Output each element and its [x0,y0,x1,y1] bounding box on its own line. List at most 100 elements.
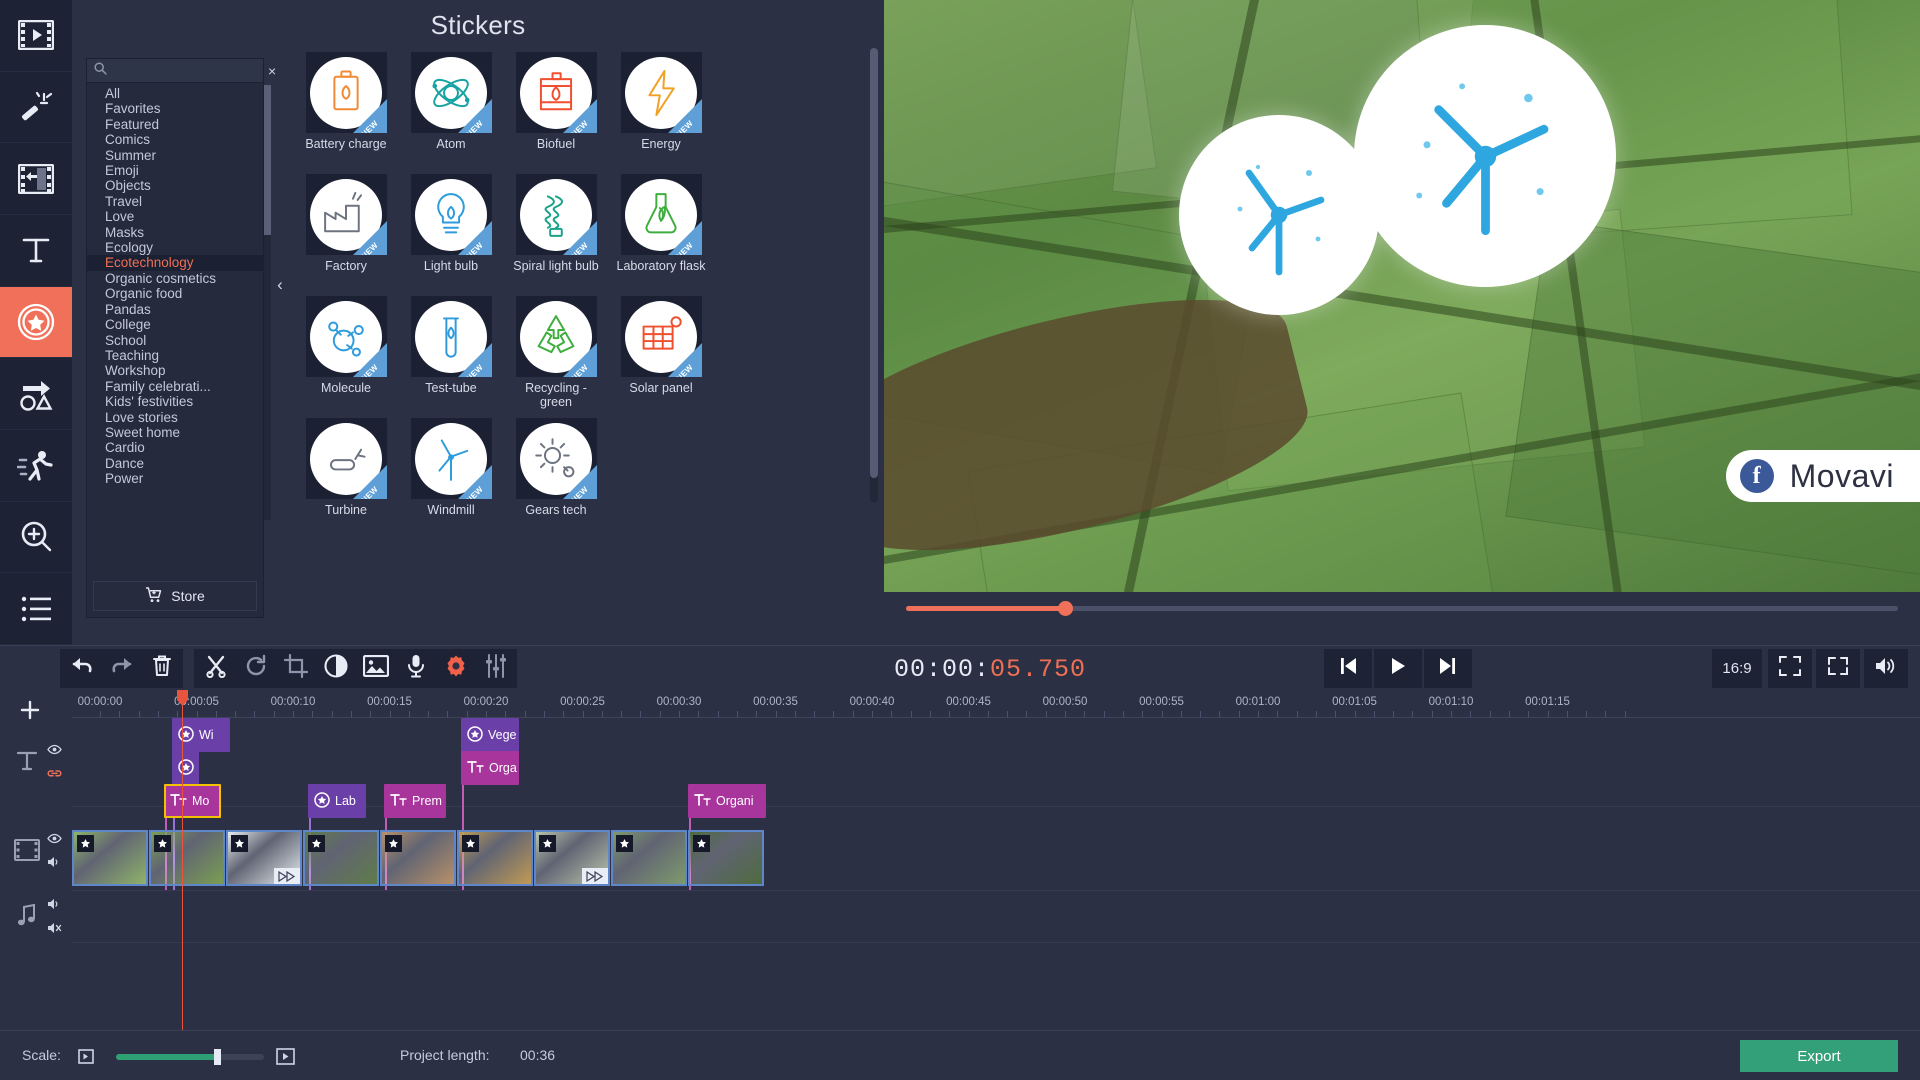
aspect-ratio-button[interactable]: 16:9 [1712,649,1762,688]
favorite-star-icon[interactable] [154,835,171,852]
speaker-mute-icon[interactable] [47,921,62,939]
video-clip[interactable] [688,830,764,886]
transition-marker[interactable] [274,868,300,884]
favorite-star-icon[interactable] [539,835,556,852]
speaker-icon[interactable] [47,855,62,873]
sticker-cell[interactable]: NEWLight bulb [399,166,503,288]
category-item[interactable]: Objects [87,178,263,193]
seek-track[interactable] [906,606,1898,611]
sticker-cell[interactable]: NEWTurbine [294,410,398,514]
timeline-clip[interactable]: Prem [384,784,446,818]
rail-item-filters[interactable] [0,72,72,144]
category-item[interactable]: Power [87,471,263,486]
category-item[interactable]: Workshop [87,363,263,378]
delete-button[interactable] [140,649,183,688]
color-adjust-button[interactable] [314,649,357,688]
timeline-clip[interactable]: Orga [461,751,519,785]
rail-item-titles[interactable] [0,215,72,287]
split-button[interactable] [194,649,237,688]
sticker-cell[interactable]: NEWEnergy [609,44,713,166]
sticker-cell[interactable]: NEWSolar panel [609,288,713,410]
category-item[interactable]: Pandas [87,302,263,317]
sticker-thumbnail[interactable]: NEW [411,296,492,377]
search-input[interactable] [107,64,268,78]
sticker-thumbnail[interactable]: NEW [306,296,387,377]
undo-button[interactable] [60,649,103,688]
category-item[interactable]: Teaching [87,348,263,363]
link-icon[interactable] [47,766,62,784]
sticker-cell[interactable]: NEWMolecule [294,288,398,410]
category-item[interactable]: Masks [87,225,263,240]
favorite-star-icon[interactable] [77,835,94,852]
sticker-thumbnail[interactable]: NEW [411,174,492,255]
category-item[interactable]: Travel [87,194,263,209]
sticker-grid-scrollbar[interactable] [870,48,878,503]
category-item[interactable]: Kids' festivities [87,394,263,409]
video-clip[interactable] [149,830,225,886]
category-item[interactable]: Cardio [87,440,263,455]
favorite-star-icon[interactable] [616,835,633,852]
category-item[interactable]: Organic cosmetics [87,271,263,286]
timeline-clip[interactable]: Wi [172,718,230,752]
rail-item-more-tools[interactable] [0,573,72,645]
sticker-cell[interactable]: NEWAtom [399,44,503,166]
rail-item-transitions[interactable] [0,143,72,215]
category-item[interactable]: Ecotechnology [87,255,263,270]
store-button[interactable]: Store [93,581,257,611]
volume-button[interactable] [1864,649,1908,688]
sticker-thumbnail[interactable]: NEW [306,174,387,255]
playhead[interactable] [182,690,183,1030]
rail-item-callouts[interactable] [0,358,72,430]
sticker-thumbnail[interactable]: NEW [411,418,492,499]
sticker-cell[interactable]: NEWRecycling - green [504,288,608,410]
clip-large-icon[interactable] [276,1048,295,1070]
sticker-thumbnail[interactable]: NEW [621,52,702,133]
scale-slider-handle[interactable] [214,1049,221,1065]
timeline-clip[interactable]: Organi [688,784,766,818]
rail-item-stickers[interactable] [0,287,72,359]
eye-icon[interactable] [47,742,62,760]
category-item[interactable]: Dance [87,456,263,471]
favorite-star-icon[interactable] [462,835,479,852]
timeline-tracks[interactable]: WiVegeOrgaMoLabPremOrgani [72,718,1920,1030]
image-button[interactable] [354,649,397,688]
video-clip[interactable] [72,830,148,886]
clip-small-icon[interactable] [78,1049,94,1069]
preview-sticker-windmill-small[interactable] [1179,115,1379,315]
sticker-thumbnail[interactable]: NEW [516,418,597,499]
next-frame-button[interactable] [1424,649,1472,688]
sticker-cell[interactable]: NEWSpiral light bulb [504,166,608,288]
timeline-clip[interactable]: Lab [308,784,366,818]
timeline-clip[interactable]: Mo [164,784,221,818]
category-item[interactable]: School [87,333,263,348]
category-item[interactable]: College [87,317,263,332]
preview-sticker-windmill-large[interactable] [1354,25,1616,287]
rotate-button[interactable] [234,649,277,688]
category-item[interactable]: Love [87,209,263,224]
transition-marker[interactable] [582,868,608,884]
category-item[interactable]: Featured [87,117,263,132]
video-clip[interactable] [457,830,533,886]
scale-slider[interactable] [116,1054,264,1060]
sticker-cell[interactable]: NEWTest-tube [399,288,503,410]
category-item[interactable]: Family celebrati... [87,379,263,394]
video-clip[interactable] [303,830,379,886]
category-item[interactable]: Comics [87,132,263,147]
sticker-cell[interactable]: NEWWindmill [399,410,503,514]
export-button[interactable]: Export [1740,1040,1898,1072]
prev-frame-button[interactable] [1324,649,1372,688]
rail-item-pan-and-zoom[interactable] [0,502,72,574]
preview-seekbar[interactable] [884,592,1920,626]
sticker-cell[interactable]: NEWGears tech [504,410,608,514]
favorite-star-icon[interactable] [693,835,710,852]
favorite-star-icon[interactable] [385,835,402,852]
category-item[interactable]: Favorites [87,101,263,116]
play-button[interactable] [1374,649,1422,688]
category-item[interactable]: Emoji [87,163,263,178]
sticker-thumbnail[interactable]: NEW [411,52,492,133]
close-icon[interactable]: × [268,59,276,83]
timeline-ruler[interactable]: 00:00:0000:00:0500:00:1000:00:1500:00:20… [72,690,1920,718]
category-item[interactable]: Summer [87,148,263,163]
timeline-clip[interactable] [172,751,199,785]
sticker-thumbnail[interactable]: NEW [621,296,702,377]
